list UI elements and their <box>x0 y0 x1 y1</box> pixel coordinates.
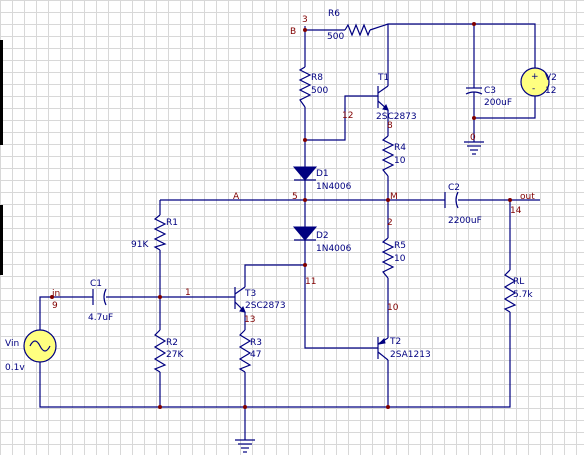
node-13-label: 13 <box>244 315 255 325</box>
resistor-r1: R1 91K <box>131 214 178 251</box>
label-t3-ref: T3 <box>244 289 256 299</box>
node-12-label: 12 <box>342 111 353 121</box>
label-d2-value: 1N4006 <box>316 244 352 254</box>
label-t1-value: 2SC2873 <box>376 112 417 122</box>
diode-d1: D1 1N4006 <box>292 166 352 192</box>
resistor-r6: R6 500 <box>327 9 371 42</box>
node-0-label: 0 <box>470 133 476 143</box>
label-r8-value: 500 <box>311 86 328 96</box>
capacitor-c1: C1 4.7uF <box>88 279 113 323</box>
capacitor-c2: C2 2200uF <box>444 183 482 226</box>
node-in-label: in <box>52 289 60 299</box>
dc-source-v2: + - V2 12 <box>520 67 557 97</box>
label-v2-value: 12 <box>545 86 556 96</box>
label-rl-value: 5.7k <box>513 290 533 300</box>
label-t2-value: 2SA1213 <box>390 350 431 360</box>
ac-source-vin: Vin 0.1v <box>5 329 57 373</box>
resistor-r3: R3 47 <box>238 329 262 373</box>
diode-d2: D2 1N4006 <box>292 226 352 254</box>
label-rl-ref: RL <box>513 277 524 287</box>
label-c3-value: 200uF <box>484 98 512 108</box>
node-labels: 3 B 12 8 0 A 5 M 2 11 1 13 10 in 9 out 1… <box>52 15 535 325</box>
label-r1-ref: R1 <box>166 218 178 228</box>
label-r3-ref: R3 <box>250 338 262 348</box>
ground-bottom <box>235 439 255 453</box>
label-c3-ref: C3 <box>484 86 496 96</box>
label-v2-ref: V2 <box>545 73 557 83</box>
transistor-t1: T1 2SC2873 <box>376 73 417 122</box>
svg-text:-: - <box>532 84 535 94</box>
label-r3-value: 47 <box>250 350 261 360</box>
resistor-r5: R5 10 <box>381 237 406 279</box>
label-d2-ref: D2 <box>316 231 329 241</box>
label-c2-value: 2200uF <box>448 216 482 226</box>
label-vin-ref: Vin <box>5 339 19 349</box>
node-14-label: 14 <box>510 206 522 216</box>
node-10-label: 10 <box>387 303 399 313</box>
svg-text:+: + <box>531 72 539 82</box>
node-1-label: 1 <box>185 288 191 298</box>
label-r5-ref: R5 <box>394 241 406 251</box>
label-r6-value: 500 <box>327 32 344 42</box>
wires <box>39 23 540 440</box>
label-t3-value: 2SC2873 <box>245 301 286 311</box>
ground-top-right <box>464 141 484 155</box>
label-r1-value: 91K <box>131 240 149 250</box>
schematic-canvas: R6 500 R8 500 T1 2SC2873 C3 200uF + - V2… <box>0 9 557 453</box>
capacitor-c3: C3 200uF <box>465 80 512 108</box>
label-r8-ref: R8 <box>311 73 323 83</box>
label-c1-ref: C1 <box>90 279 102 289</box>
node-2-label: 2 <box>387 218 393 228</box>
node-3-label: 3 <box>302 15 308 25</box>
junction-dots <box>50 22 512 409</box>
label-r4-value: 10 <box>394 156 406 166</box>
label-r2-ref: R2 <box>166 338 178 348</box>
label-d1-ref: D1 <box>316 169 329 179</box>
label-c1-value: 4.7uF <box>88 313 113 323</box>
resistor-rl: RL 5.7k <box>503 269 533 313</box>
resistor-r2: R2 27K <box>153 329 184 373</box>
edge-tick-upper <box>0 40 3 145</box>
node-a-label: A <box>233 192 240 202</box>
label-t1-ref: T1 <box>377 73 389 83</box>
node-out-label: out <box>520 192 535 202</box>
node-m-label: M <box>390 192 398 202</box>
node-5-label: 5 <box>292 192 298 202</box>
label-r5-value: 10 <box>394 254 406 264</box>
node-8-label: 8 <box>387 121 393 131</box>
label-r6-ref: R6 <box>328 9 340 19</box>
node-9-label: 9 <box>52 301 58 311</box>
label-d1-value: 1N4006 <box>316 182 352 192</box>
label-t2-ref: T2 <box>389 337 401 347</box>
transistor-t3: T3 2SC2873 <box>234 286 286 313</box>
label-c2-ref: C2 <box>448 183 460 193</box>
resistor-r8: R8 500 <box>298 66 328 108</box>
node-11-label: 11 <box>305 277 316 287</box>
label-r2-value: 27K <box>166 350 184 360</box>
edge-tick-lower <box>0 205 3 275</box>
resistor-r4: R4 10 <box>381 135 406 177</box>
label-r4-ref: R4 <box>394 143 406 153</box>
transistor-t2: T2 2SA1213 <box>377 337 431 361</box>
label-vin-value: 0.1v <box>5 363 25 373</box>
node-b-label: B <box>290 27 296 37</box>
